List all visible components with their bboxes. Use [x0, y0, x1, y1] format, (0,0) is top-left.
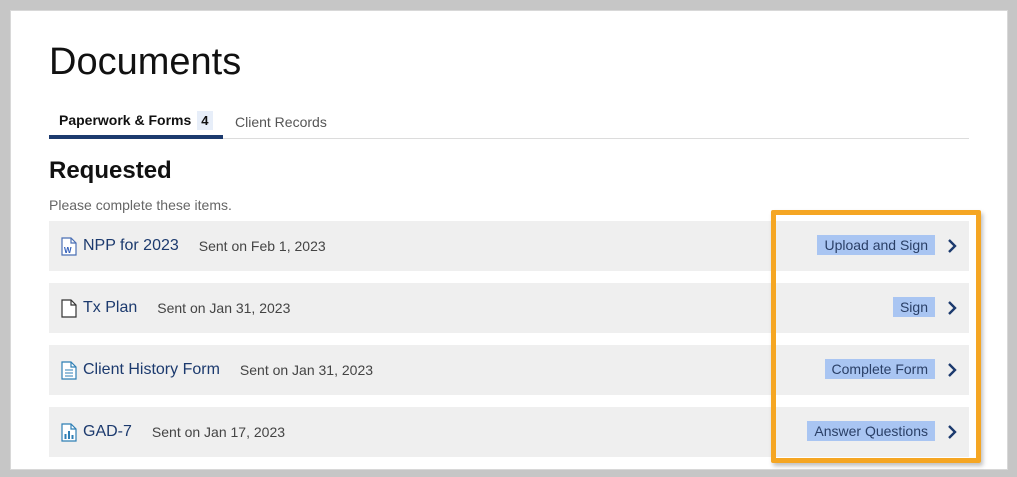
item-sent-date: Sent on Feb 1, 2023: [198, 238, 326, 254]
page-title: Documents: [49, 41, 242, 83]
form-document-icon: [59, 359, 79, 381]
svg-text:W: W: [64, 246, 72, 255]
item-name: Client History Form: [83, 361, 220, 378]
item-sent-date: Sent on Jan 31, 2023: [239, 362, 374, 378]
chart-document-icon: [59, 421, 79, 443]
tab-label: Client Records: [235, 114, 327, 130]
item-sent-date: Sent on Jan 31, 2023: [157, 300, 291, 316]
item-name: NPP for 2023: [83, 237, 179, 254]
chevron-right-icon[interactable]: [945, 360, 959, 380]
tab-paperwork-forms[interactable]: Paperwork & Forms 4: [49, 105, 223, 139]
chevron-right-icon[interactable]: [945, 236, 959, 256]
section-subtitle: Please complete these items.: [49, 197, 232, 213]
tab-bar: Paperwork & Forms 4 Client Records: [49, 105, 969, 139]
tab-label: Paperwork & Forms: [59, 112, 192, 128]
sign-button[interactable]: Sign: [892, 297, 935, 317]
list-item[interactable]: GAD-7 Sent on Jan 17, 2023 Answer Questi…: [49, 407, 969, 457]
answer-questions-button[interactable]: Answer Questions: [807, 421, 935, 441]
chevron-right-icon[interactable]: [945, 422, 959, 442]
blank-document-icon: [59, 297, 79, 319]
item-name: Tx Plan: [83, 299, 138, 316]
list-item[interactable]: Client History Form Sent on Jan 31, 2023…: [49, 345, 969, 395]
item-name: GAD-7: [83, 423, 132, 440]
upload-and-sign-button[interactable]: Upload and Sign: [817, 235, 935, 255]
tab-client-records[interactable]: Client Records: [235, 105, 327, 139]
documents-panel: Documents Paperwork & Forms 4 Client Rec…: [10, 10, 1008, 470]
complete-form-button[interactable]: Complete Form: [824, 359, 935, 379]
section-title: Requested: [49, 157, 172, 184]
word-document-icon: W: [59, 235, 79, 257]
list-item[interactable]: Tx Plan Sent on Jan 31, 2023 Sign: [49, 283, 969, 333]
item-sent-date: Sent on Jan 17, 2023: [151, 424, 286, 440]
tab-count-badge: 4: [197, 110, 213, 130]
list-item[interactable]: W NPP for 2023 Sent on Feb 1, 2023 Uploa…: [49, 221, 969, 271]
chevron-right-icon[interactable]: [945, 298, 959, 318]
